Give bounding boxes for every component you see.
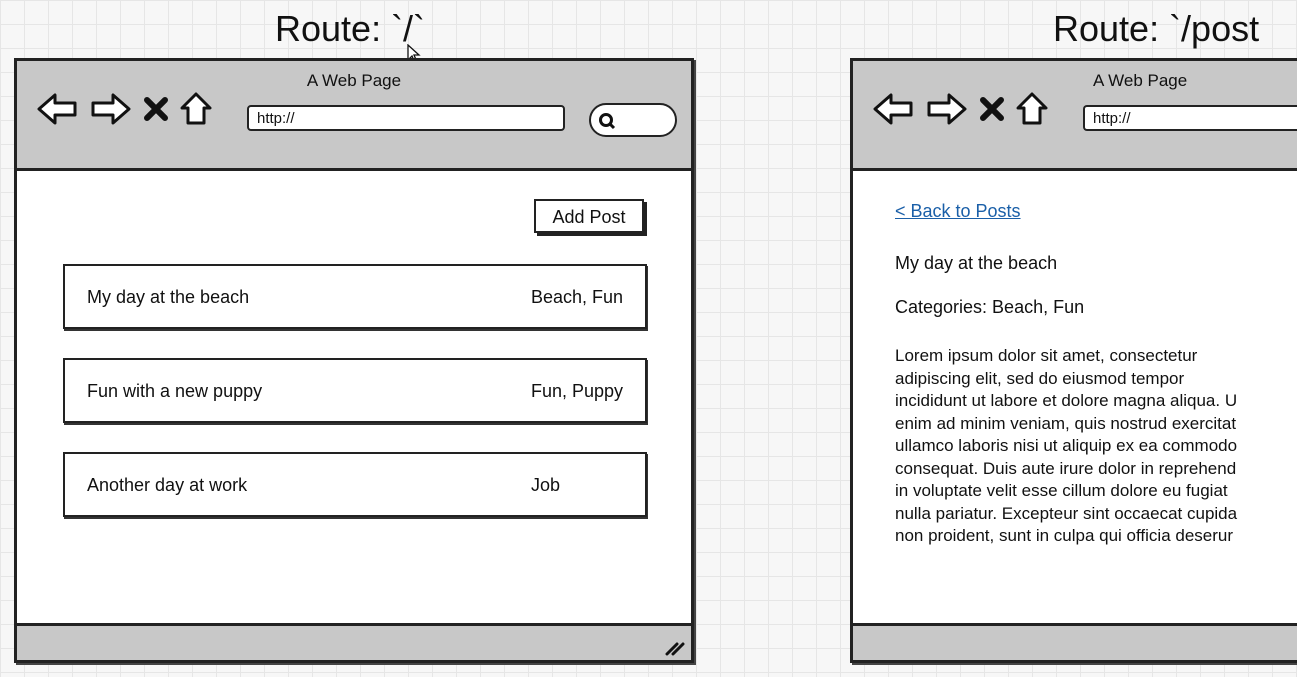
browser-window-home: A Web Page http:// Add Post My day at th… (14, 58, 694, 663)
post-title: Another day at work (87, 475, 248, 495)
status-bar (17, 623, 691, 660)
status-bar (853, 623, 1297, 660)
nav-buttons (35, 91, 213, 127)
route-label-home: Route: `/` (275, 8, 426, 49)
home-icon[interactable] (179, 91, 213, 127)
back-arrow-icon[interactable] (871, 92, 915, 126)
stop-icon[interactable] (979, 96, 1005, 122)
browser-toolbar: A Web Page http:// (17, 61, 691, 171)
forward-arrow-icon[interactable] (925, 92, 969, 126)
post-title: My day at the beach (87, 287, 250, 307)
post-title: Fun with a new puppy (87, 381, 263, 401)
url-input[interactable]: http:// (1083, 105, 1297, 131)
post-categories: Beach, Fun (531, 287, 624, 307)
search-field[interactable] (589, 103, 677, 137)
post-categories: Job (531, 475, 561, 495)
browser-window-post: A Web Page http:// < Back to Posts My da… (850, 58, 1297, 663)
nav-buttons (871, 91, 1049, 127)
window-title: A Web Page (306, 71, 402, 90)
window-title: A Web Page (1093, 71, 1188, 90)
post-title: My day at the beach (895, 253, 1058, 273)
back-arrow-icon[interactable] (35, 92, 79, 126)
route-label-post: Route: `/post (1053, 8, 1260, 49)
stop-icon[interactable] (143, 96, 169, 122)
browser-toolbar: A Web Page http:// (853, 61, 1297, 171)
add-post-button[interactable]: Add Post (534, 199, 644, 233)
post-categories: Categories: Beach, Fun (895, 297, 1085, 317)
post-list-item[interactable]: Fun with a new puppy Fun, Puppy (63, 358, 647, 423)
url-input[interactable]: http:// (247, 105, 565, 131)
home-icon[interactable] (1015, 91, 1049, 127)
resize-grip-icon[interactable] (663, 636, 685, 656)
post-body: Lorem ipsum dolor sit amet, consectetur … (895, 346, 1238, 545)
post-categories: Fun, Puppy (531, 381, 624, 401)
post-list-item[interactable]: My day at the beach Beach, Fun (63, 264, 647, 329)
forward-arrow-icon[interactable] (89, 92, 133, 126)
search-icon (599, 113, 616, 130)
back-to-posts-link[interactable]: < Back to Posts (895, 201, 1021, 222)
post-list-item[interactable]: Another day at work Job (63, 452, 647, 517)
